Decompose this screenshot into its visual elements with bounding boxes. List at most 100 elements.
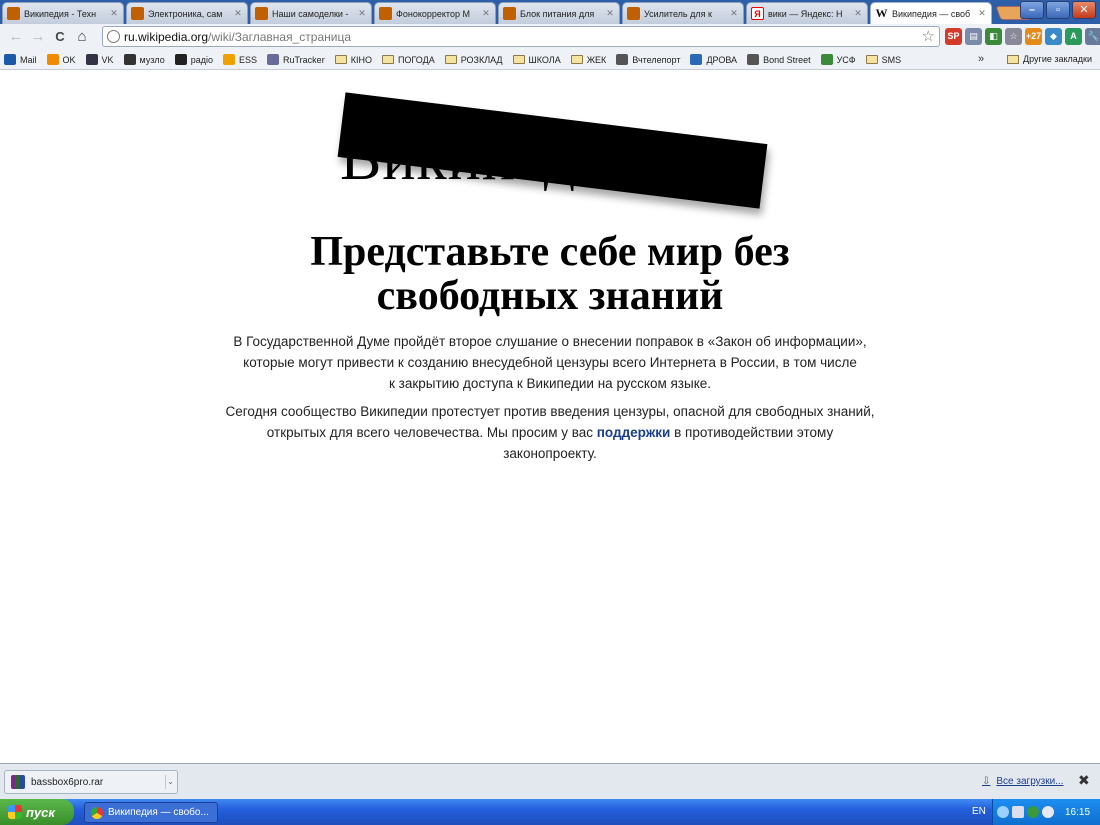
- tab-close-icon[interactable]: ✕: [109, 8, 119, 19]
- download-item[interactable]: bassbox6pro.rar ⌄: [4, 770, 178, 794]
- volume-icon[interactable]: [1012, 806, 1024, 818]
- tab-title: Электроника, сам: [148, 8, 223, 19]
- para2-text-before-link: открытых для всего человечества. Мы прос…: [266, 425, 597, 440]
- bookmark-item[interactable]: OK: [46, 54, 76, 65]
- bookmark-star-icon[interactable]: ☆: [922, 27, 935, 46]
- headline-line-1: Представьте себе мир без: [310, 229, 790, 275]
- back-button[interactable]: ←: [6, 27, 26, 47]
- extension-icon[interactable]: ☆: [1005, 28, 1022, 45]
- tab[interactable]: Фонокорректор М ✕: [374, 2, 496, 24]
- bookmark-label: КІНО: [350, 54, 372, 65]
- bookmark-label: VK: [101, 54, 114, 65]
- bookmark-item[interactable]: УСФ: [820, 54, 856, 65]
- bookmark-favicon-icon: [690, 54, 703, 65]
- tab-close-icon[interactable]: ✕: [481, 8, 491, 19]
- extension-icon[interactable]: A: [1065, 28, 1082, 45]
- bookmark-item[interactable]: КІНО: [334, 54, 372, 65]
- extension-icon[interactable]: +27: [1025, 28, 1042, 45]
- start-button[interactable]: пуск: [0, 799, 74, 825]
- bookmark-item[interactable]: Вчтелепорт: [616, 54, 680, 65]
- download-options-dropdown[interactable]: ⌄: [165, 775, 175, 789]
- close-window-button[interactable]: ✕: [1072, 1, 1096, 19]
- tab[interactable]: W Википедия — своб ✕: [870, 2, 992, 24]
- para1-line-1: В Государственной Думе пройдёт второе сл…: [233, 334, 867, 349]
- minimize-button[interactable]: –: [1020, 1, 1044, 19]
- other-bookmarks-folder[interactable]: Другие закладки: [1007, 54, 1092, 64]
- para1-line-3: к закрытию доступа к Википедии на русско…: [388, 376, 712, 391]
- tab[interactable]: Усилитель для к ✕: [622, 2, 744, 24]
- yandex-favicon-icon: Я: [751, 7, 764, 20]
- bookmark-item[interactable]: ПОГОДА: [381, 55, 435, 65]
- tab-close-icon[interactable]: ✕: [853, 8, 863, 19]
- protest-paragraph-2: Сегодня сообщество Википедии протестует …: [200, 401, 900, 464]
- protest-paragraph-1: В Государственной Думе пройдёт второе сл…: [200, 331, 900, 394]
- bookmarks-overflow-button[interactable]: »: [978, 53, 984, 65]
- bookmark-item[interactable]: РОЗКЛАД: [444, 55, 503, 65]
- rar-archive-icon: [11, 775, 25, 789]
- extension-icon[interactable]: ◆: [1045, 28, 1062, 45]
- address-bar[interactable]: ru.wikipedia.org /wiki/Заглавная_страниц…: [102, 26, 940, 47]
- bookmark-item[interactable]: ESS: [223, 54, 257, 65]
- extension-icon[interactable]: SP: [945, 28, 962, 45]
- tab-title: Википедия - Техн: [24, 8, 97, 19]
- bookmark-item[interactable]: Mail: [4, 54, 37, 65]
- antivirus-icon[interactable]: [1027, 806, 1039, 818]
- taskbar-item-chrome[interactable]: Википедия — свобо...: [84, 802, 218, 823]
- clock: 16:15: [1065, 806, 1091, 818]
- para2-line-1: Сегодня сообщество Википедии протестует …: [225, 404, 875, 419]
- tab-close-icon[interactable]: ✕: [233, 8, 243, 19]
- tab[interactable]: Блок питания для ✕: [498, 2, 620, 24]
- tab[interactable]: Наши самоделки - ✕: [250, 2, 372, 24]
- network-icon[interactable]: [997, 806, 1009, 818]
- bookmark-favicon-icon: [820, 54, 833, 65]
- bookmark-label: ЖЕК: [586, 54, 607, 65]
- folder-icon: [334, 55, 347, 64]
- url-host: ru.wikipedia.org: [124, 29, 209, 44]
- bookmark-label: ШКОЛА: [528, 54, 561, 65]
- tab-title: Википедия — своб: [892, 8, 971, 19]
- chrome-icon: [91, 806, 103, 819]
- bookmark-item[interactable]: ЖЕК: [570, 54, 607, 65]
- para2-text-after-link: в противодействии этому: [670, 425, 834, 440]
- support-link[interactable]: поддержки: [597, 425, 671, 440]
- bookmark-favicon-icon: [747, 54, 760, 65]
- tab-close-icon[interactable]: ✕: [729, 8, 739, 19]
- tab[interactable]: Электроника, сам ✕: [126, 2, 248, 24]
- bookmark-item[interactable]: ДРОВА: [690, 54, 737, 65]
- site-favicon-icon: [627, 7, 640, 20]
- bookmark-favicon-icon: [223, 54, 235, 65]
- windows-taskbar: пуск Википедия — свобо... EN 16:15: [0, 799, 1100, 825]
- bookmark-item[interactable]: VK: [85, 54, 114, 65]
- forward-button[interactable]: →: [28, 27, 48, 47]
- bookmark-item[interactable]: RuTracker: [267, 54, 325, 65]
- bookmark-label: ESS: [239, 54, 258, 65]
- bookmark-item[interactable]: ШКОЛА: [512, 54, 561, 65]
- extension-icon[interactable]: ▤: [965, 28, 982, 45]
- maximize-button[interactable]: ▫: [1046, 1, 1070, 19]
- tab[interactable]: Википедия - Техн ✕: [2, 2, 124, 24]
- bookmark-label: Mail: [20, 54, 37, 65]
- tab-strip: Википедия - Техн ✕ Электроника, сам ✕ Наши с…: [0, 0, 1100, 24]
- para1-line-2: которые могут привести к созданию внесуд…: [243, 355, 857, 370]
- language-indicator[interactable]: EN: [972, 806, 986, 817]
- tab-close-icon[interactable]: ✕: [977, 8, 987, 19]
- tab[interactable]: Явики — Яндекс: Н ✕: [746, 2, 868, 24]
- bookmark-favicon-icon: [267, 54, 280, 65]
- bookmark-item[interactable]: музло: [123, 54, 165, 65]
- folder-icon: [512, 55, 525, 64]
- show-all-downloads-link[interactable]: ⇩ Все загрузки...: [982, 776, 1064, 787]
- update-icon[interactable]: [1042, 806, 1054, 818]
- tab-close-icon[interactable]: ✕: [357, 8, 367, 19]
- reload-button[interactable]: C: [50, 27, 70, 47]
- bookmark-item[interactable]: радіо: [174, 54, 213, 65]
- bookmark-label: Bond Street: [763, 54, 811, 65]
- system-tray: 16:15: [992, 799, 1100, 825]
- home-button[interactable]: ⌂: [72, 27, 92, 47]
- extension-icon[interactable]: ◧: [985, 28, 1002, 45]
- extension-icon[interactable]: 🔧: [1085, 28, 1100, 45]
- wikipedia-favicon-icon: W: [875, 6, 888, 20]
- close-downloads-button[interactable]: ✖: [1078, 772, 1090, 789]
- bookmark-item[interactable]: SMS: [865, 55, 901, 65]
- tab-close-icon[interactable]: ✕: [605, 8, 615, 19]
- bookmark-item[interactable]: Bond Street: [747, 54, 811, 65]
